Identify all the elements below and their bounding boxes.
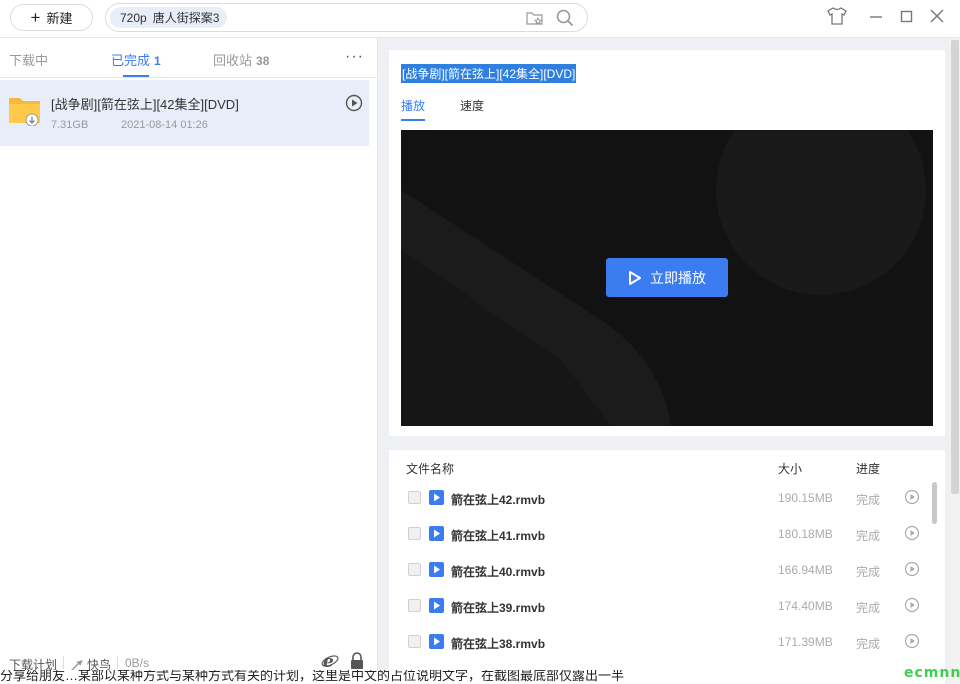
maximize-icon[interactable]	[900, 9, 914, 23]
tab-completed-label: 已完成	[111, 53, 151, 68]
top-toolbar: + 新建 720p 唐人街探案3	[0, 0, 960, 38]
detail-panel: [战争剧][箭在弦上][42集全][DVD] 播放 速度 立即播放 文件名称 大…	[378, 38, 960, 684]
file-row[interactable]: 箭在弦上38.rmvb 171.39MB 完成	[389, 626, 934, 662]
file-name: 箭在弦上38.rmvb	[451, 637, 546, 651]
file-row[interactable]: 箭在弦上40.rmvb 166.94MB 完成	[389, 554, 934, 590]
file-size: 171.39MB	[778, 635, 833, 649]
minimize-icon[interactable]	[869, 9, 883, 23]
file-progress: 完成	[856, 637, 881, 651]
search-bar[interactable]: 720p 唐人街探案3	[105, 3, 588, 32]
file-list: 文件名称 大小 进度 箭在弦上42.rmvb 190.15MB 完成 箭在弦上4…	[389, 450, 945, 684]
new-task-button[interactable]: + 新建	[10, 4, 93, 31]
new-task-label: 新建	[46, 11, 73, 26]
file-row[interactable]: 箭在弦上41.rmvb 180.18MB 完成	[389, 518, 934, 554]
task-item[interactable]: [战争剧][箭在弦上][42集全][DVD] 7.31GB 2021-08-14…	[0, 80, 369, 146]
tab-speed[interactable]: 速度	[460, 97, 484, 114]
task-list-panel: 下载中 已完成 1 回收站 38 ··· [战争剧][箭在弦上][42集全][DVD…	[0, 38, 378, 684]
video-preview[interactable]: 立即播放	[401, 130, 933, 426]
download-speed: 0B/s	[125, 656, 150, 670]
close-icon[interactable]	[930, 9, 944, 23]
file-checkbox[interactable]	[408, 527, 421, 540]
play-circle-icon[interactable]	[904, 633, 920, 649]
folder-star-icon[interactable]	[526, 10, 544, 26]
skin-shirt-icon[interactable]	[827, 7, 847, 25]
file-row[interactable]: 箭在弦上39.rmvb 174.40MB 完成	[389, 590, 934, 626]
file-size: 166.94MB	[778, 563, 833, 577]
watermark: ecmnn	[904, 665, 960, 681]
play-now-label: 立即播放	[650, 269, 706, 286]
folder-download-icon	[9, 98, 40, 126]
svg-text:e: e	[323, 652, 334, 670]
file-name: 箭在弦上40.rmvb	[451, 565, 546, 579]
video-file-icon	[429, 526, 444, 541]
file-name: 箭在弦上39.rmvb	[451, 601, 546, 615]
tab-downloading-label: 下载中	[9, 53, 49, 68]
play-circle-icon[interactable]	[904, 597, 920, 613]
task-tabs: 下载中 已完成 1 回收站 38 ···	[0, 38, 378, 78]
more-menu-button[interactable]: ···	[345, 48, 364, 66]
video-file-icon	[429, 490, 444, 505]
video-file-icon	[429, 598, 444, 613]
file-progress: 完成	[856, 493, 881, 507]
video-file-icon	[429, 634, 444, 649]
file-size: 190.15MB	[778, 491, 833, 505]
detail-card: [战争剧][箭在弦上][42集全][DVD] 播放 速度 立即播放	[389, 50, 945, 436]
search-chip-title: 唐人街探案3	[152, 11, 220, 25]
play-icon	[629, 270, 641, 285]
col-header-name: 文件名称	[406, 462, 455, 476]
tab-downloading[interactable]: 下载中	[9, 50, 48, 69]
play-circle-icon[interactable]	[904, 561, 920, 577]
ie-browser-icon[interactable]: e	[321, 652, 339, 670]
file-checkbox[interactable]	[408, 635, 421, 648]
task-date: 2021-08-14 01:26	[121, 119, 208, 131]
task-title: [战争剧][箭在弦上][42集全][DVD]	[51, 97, 239, 112]
file-checkbox[interactable]	[408, 563, 421, 576]
detail-title: [战争剧][箭在弦上][42集全][DVD]	[401, 64, 577, 83]
video-file-icon	[429, 562, 444, 577]
footer-divider	[63, 656, 64, 669]
file-name: 箭在弦上42.rmvb	[451, 493, 546, 507]
file-checkbox[interactable]	[408, 599, 421, 612]
file-progress: 完成	[856, 565, 881, 579]
play-circle-icon[interactable]	[904, 525, 920, 541]
col-header-progress: 进度	[856, 462, 881, 476]
file-checkbox[interactable]	[408, 491, 421, 504]
bottom-strip-text: 分享给朋友…某部以某种方式与某种方式有关的计划，这里是中文的占位说明文字，在截图…	[0, 670, 625, 683]
tab-play[interactable]: 播放	[401, 97, 425, 114]
panel-scrollbar[interactable]	[950, 38, 960, 684]
tab-recycle-count: 38	[256, 54, 270, 68]
plus-icon: +	[30, 8, 41, 27]
file-size: 174.40MB	[778, 599, 833, 613]
play-circle-icon[interactable]	[904, 489, 920, 505]
tab-recycle-label: 回收站	[213, 53, 253, 68]
search-chip-quality: 720p	[120, 10, 147, 25]
file-list-scrollbar[interactable]	[932, 482, 937, 524]
search-chip[interactable]: 720p 唐人街探案3	[110, 7, 228, 28]
file-size: 180.18MB	[778, 527, 833, 541]
tab-completed[interactable]: 已完成 1	[111, 50, 161, 69]
col-header-size: 大小	[778, 462, 803, 476]
bottom-text-strip: 分享给朋友…某部以某种方式与某种方式有关的计划，这里是中文的占位说明文字，在截图…	[0, 670, 760, 684]
play-circle-icon[interactable]	[345, 94, 363, 112]
file-row[interactable]: 箭在弦上42.rmvb 190.15MB 完成	[389, 482, 934, 518]
tab-recycle-bin[interactable]: 回收站 38	[213, 50, 269, 69]
file-progress: 完成	[856, 601, 881, 615]
search-icon[interactable]	[556, 9, 574, 27]
file-name: 箭在弦上41.rmvb	[451, 529, 546, 543]
play-now-button[interactable]: 立即播放	[606, 258, 728, 297]
panel-scrollbar-thumb[interactable]	[951, 40, 959, 494]
tab-completed-count: 1	[154, 54, 161, 68]
lock-icon[interactable]	[349, 652, 365, 670]
task-size: 7.31GB	[51, 119, 89, 131]
bird-icon	[71, 659, 83, 670]
footer-divider	[117, 656, 118, 669]
detail-tab-indicator	[401, 119, 425, 121]
active-tab-indicator	[123, 75, 149, 77]
file-progress: 完成	[856, 529, 881, 543]
